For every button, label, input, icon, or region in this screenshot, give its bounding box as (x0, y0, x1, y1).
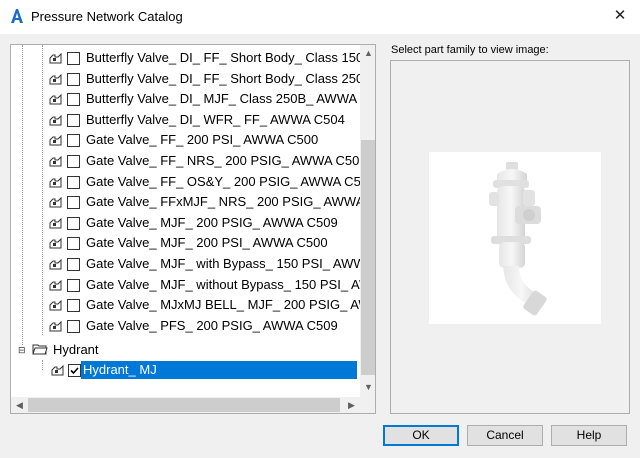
part-family-icon (49, 279, 62, 291)
tree-item-label: Hydrant_ MJ (81, 361, 357, 379)
tree-item-label: Butterfly Valve_ DI_ FF_ Short Body_ Cla… (86, 50, 376, 65)
tree-item[interactable]: Gate Valve_ MJF_ without Bypass_ 150 PSI… (11, 275, 375, 295)
tree-item[interactable]: Gate Valve_ MJF_ 200 PSIG_ AWWA C509 (11, 213, 361, 233)
tree-item[interactable]: Gate Valve_ FF_ NRS_ 200 PSIG_ AWWA C509 (11, 151, 367, 171)
item-checkbox[interactable] (67, 216, 80, 230)
part-family-icon (49, 320, 62, 332)
tree-item-label: Gate Valve_ MJF_ 200 PSI_ AWWA C500 (86, 235, 328, 251)
item-checkbox[interactable] (67, 278, 80, 292)
preview-label: Select part family to view image: (391, 44, 549, 56)
cancel-button[interactable]: Cancel (467, 425, 543, 446)
item-checkbox[interactable] (67, 237, 80, 251)
tree-item[interactable]: Gate Valve_ MJxMJ BELL_ MJF_ 200 PSIG_ A… (11, 295, 375, 315)
tree-item[interactable]: Gate Valve_ FFxMJF_ NRS_ 200 PSIG_ AWWA … (11, 192, 375, 212)
close-icon: ✕ (613, 7, 627, 24)
scrollbar-corner (360, 397, 375, 413)
part-family-icon (49, 93, 62, 105)
preview-panel (390, 60, 630, 414)
part-family-icon (49, 196, 62, 208)
tree-item[interactable]: Gate Valve_ PFS_ 200 PSIG_ AWWA C509 (11, 316, 361, 336)
part-family-icon (49, 176, 62, 188)
tree-item-label: Butterfly Valve_ DI_ WFR_ FF_ AWWA C504 (86, 111, 345, 127)
item-checkbox[interactable] (67, 299, 80, 313)
help-button[interactable]: Help (551, 425, 627, 446)
tree-item-label: Gate Valve_ PFS_ 200 PSIG_ AWWA C509 (86, 317, 338, 333)
close-button[interactable]: ✕ (600, 0, 640, 34)
tree-item-label: Gate Valve_ MJxMJ BELL_ MJF_ 200 PSIG_ A… (86, 297, 376, 313)
item-checkbox[interactable] (67, 72, 80, 86)
tree-item[interactable]: Gate Valve_ FF_ OS&Y_ 200 PSIG_ AWWA C50… (11, 172, 375, 192)
tree-item-label: Gate Valve_ FFxMJF_ NRS_ 200 PSIG_ AWWA … (86, 194, 376, 210)
collapse-icon[interactable]: ⊟ (18, 345, 26, 356)
part-family-icon (49, 135, 62, 146)
part-family-tree[interactable]: Butterfly Valve_ DI_ FF_ Short Body_ Cla… (10, 44, 376, 414)
tree-item-label: Gate Valve_ MJF_ 200 PSIG_ AWWA C509 (86, 214, 338, 230)
item-checkbox[interactable] (68, 364, 81, 377)
item-checkbox[interactable] (67, 196, 80, 210)
part-family-icon (49, 299, 62, 311)
open-folder-icon (32, 344, 48, 355)
tree-item[interactable]: Gate Valve_ MJF_ with Bypass_ 150 PSI_ A… (11, 254, 375, 274)
item-checkbox[interactable] (67, 258, 80, 271)
tree-folder-hydrant[interactable]: ⊟ Hydrant (11, 340, 211, 360)
part-family-icon (49, 52, 62, 64)
part-family-icon (49, 238, 62, 249)
tree-item[interactable]: Butterfly Valve_ DI_ WFR_ FF_ AWWA C504 (11, 110, 361, 130)
title-bar: Pressure Network Catalog ✕ (0, 0, 640, 34)
part-family-icon (49, 114, 62, 126)
item-checkbox[interactable] (67, 319, 80, 333)
autocad-a-icon (11, 9, 23, 23)
scroll-up-arrow-icon[interactable]: ▲ (360, 45, 375, 62)
item-checkbox[interactable] (67, 134, 80, 148)
tree-item-label: Gate Valve_ FF_ OS&Y_ 200 PSIG_ AWWA C50… (86, 173, 376, 189)
tree-item[interactable]: Butterfly Valve_ DI_ MJF_ Class 250B_ AW… (11, 89, 375, 109)
scroll-left-arrow-icon[interactable]: ◀ (11, 397, 28, 413)
tree-item-label: Gate Valve_ MJF_ with Bypass_ 150 PSI_ A… (86, 256, 376, 271)
vertical-scroll-thumb[interactable] (361, 140, 375, 375)
part-family-icon (49, 73, 62, 85)
tree-item[interactable]: Butterfly Valve_ DI_ FF_ Short Body_ Cla… (11, 69, 375, 89)
checkmark-icon (70, 367, 79, 375)
tree-item[interactable]: Butterfly Valve_ DI_ FF_ Short Body_ Cla… (11, 48, 375, 68)
window-title: Pressure Network Catalog (31, 9, 183, 24)
item-checkbox[interactable] (67, 93, 80, 107)
tree-item-label: Gate Valve_ FF_ NRS_ 200 PSIG_ AWWA C509 (86, 153, 367, 168)
horizontal-scroll-thumb[interactable] (28, 398, 340, 412)
tree-item[interactable]: Gate Valve_ MJF_ 200 PSI_ AWWA C500 (11, 233, 361, 253)
tree-folder-label: Hydrant (53, 342, 99, 357)
part-family-icon (51, 364, 64, 376)
tree-item-label: Butterfly Valve_ DI_ FF_ Short Body_ Cla… (86, 70, 376, 86)
tree-item-label: Gate Valve_ MJF_ without Bypass_ 150 PSI… (86, 276, 376, 292)
item-checkbox[interactable] (67, 175, 80, 189)
part-family-icon (49, 155, 62, 167)
tree-item-label: Gate Valve_ FF_ 200 PSI_ AWWA C500 (86, 132, 319, 148)
tree-item[interactable]: Gate Valve_ FF_ 200 PSI_ AWWA C500 (11, 130, 361, 150)
scroll-right-arrow-icon[interactable]: ▶ (343, 397, 360, 413)
horizontal-scrollbar[interactable]: ◀ ▶ (11, 397, 360, 413)
hydrant-preview-image (429, 152, 601, 324)
tree-item-label: Butterfly Valve_ DI_ MJF_ Class 250B_ AW… (86, 91, 376, 107)
item-checkbox[interactable] (67, 155, 80, 168)
scroll-down-arrow-icon[interactable]: ▼ (360, 379, 375, 396)
fire-hydrant-illustration (489, 162, 547, 316)
part-family-icon (49, 217, 62, 229)
item-checkbox[interactable] (67, 52, 80, 65)
tree-item-hydrant-mj[interactable]: Hydrant_ MJ (11, 360, 361, 380)
vertical-scrollbar[interactable]: ▲ ▼ (360, 45, 375, 397)
item-checkbox[interactable] (67, 113, 80, 127)
ok-button[interactable]: OK (383, 425, 459, 446)
part-family-icon (49, 258, 62, 270)
